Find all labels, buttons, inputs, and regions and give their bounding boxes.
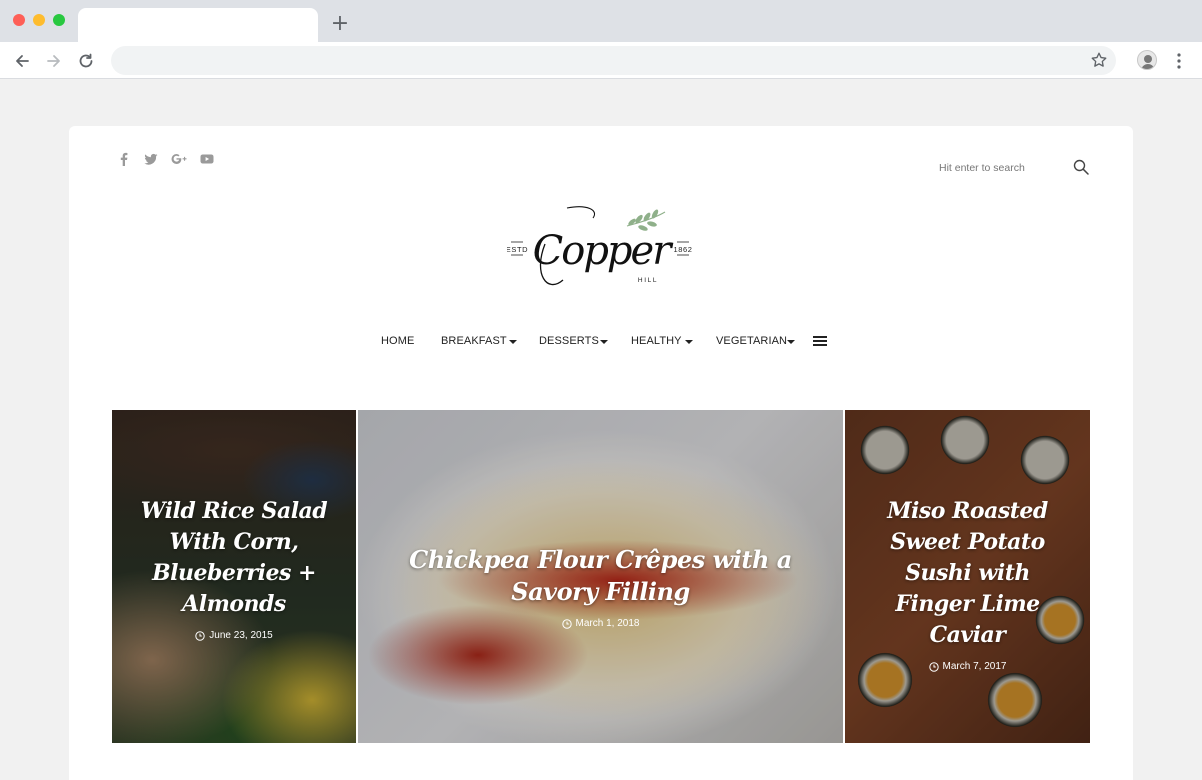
site-logo[interactable]: ESTD 1862 Copper HILL — [506, 204, 697, 299]
facebook-icon[interactable] — [117, 152, 131, 166]
bookmark-star-icon[interactable] — [1090, 51, 1108, 69]
address-bar[interactable] — [111, 46, 1116, 75]
nav-item-home[interactable]: HOME — [381, 335, 414, 347]
forward-arrow-icon — [47, 55, 60, 67]
social-links — [117, 152, 214, 166]
minimize-window-button[interactable] — [33, 14, 45, 26]
post-title[interactable]: Wild Rice Salad With Corn, Blueberries +… — [132, 496, 336, 620]
chevron-down-icon[interactable] — [787, 340, 795, 344]
post-date-text: March 7, 2017 — [942, 661, 1007, 672]
nav-item-vegetarian[interactable]: VEGETARIAN — [716, 335, 787, 347]
profile-icon — [1141, 55, 1155, 69]
nav-item-healthy[interactable]: HEALTHY — [631, 335, 682, 347]
slide-caption: Wild Rice Salad With Corn, Blueberries +… — [112, 496, 356, 646]
featured-slider: Wild Rice Salad With Corn, Blueberries +… — [112, 410, 1090, 743]
slide-caption: Chickpea Flour Crêpes with a Savory Fill… — [358, 544, 843, 634]
back-button[interactable] — [11, 50, 33, 72]
featured-post-slide[interactable]: Chickpea Flour Crêpes with a Savory Fill… — [358, 410, 843, 743]
maximize-window-button[interactable] — [53, 14, 65, 26]
reload-icon — [79, 53, 93, 68]
post-title[interactable]: Chickpea Flour Crêpes with a Savory Fill… — [378, 544, 823, 608]
close-window-button[interactable] — [13, 14, 25, 26]
page-viewport: Hit enter to search ESTD 1862 Copper HIL… — [0, 80, 1202, 780]
google-plus-icon[interactable] — [171, 152, 187, 166]
logo-year: 1862 — [673, 245, 692, 254]
main-navigation: HOME BREAKFAST DESSERTS HEALTHY VEGETARI… — [69, 335, 1133, 353]
browser-menu-icon[interactable] — [1172, 51, 1186, 71]
nav-item-desserts[interactable]: DESSERTS — [539, 335, 599, 347]
slide-caption: Miso Roasted Sweet Potato Sushi with Fin… — [845, 496, 1090, 677]
youtube-icon[interactable] — [200, 152, 214, 166]
nav-item-breakfast[interactable]: BREAKFAST — [441, 335, 507, 347]
logo-estd-label: ESTD — [507, 245, 528, 254]
chevron-down-icon[interactable] — [685, 340, 693, 344]
search-input[interactable]: Hit enter to search — [939, 162, 1025, 174]
logo-script-text: Copper — [533, 228, 675, 274]
post-title[interactable]: Miso Roasted Sweet Potato Sushi with Fin… — [865, 496, 1070, 651]
forward-button[interactable] — [43, 50, 65, 72]
chevron-down-icon[interactable] — [509, 340, 517, 344]
profile-avatar[interactable] — [1137, 50, 1157, 70]
logo-sub-text: HILL — [638, 277, 658, 284]
post-date: June 23, 2015 — [195, 630, 273, 641]
featured-post-slide[interactable]: Miso Roasted Sweet Potato Sushi with Fin… — [845, 410, 1090, 743]
twitter-icon[interactable] — [144, 152, 158, 166]
post-date-text: March 1, 2018 — [575, 618, 640, 629]
copper-hill-logo-graphic: ESTD 1862 Copper HILL — [506, 206, 692, 286]
site-container: Hit enter to search ESTD 1862 Copper HIL… — [69, 126, 1133, 780]
reload-button[interactable] — [75, 50, 97, 72]
search-icon[interactable] — [1073, 159, 1089, 175]
browser-toolbar — [0, 42, 1202, 79]
post-date: March 7, 2017 — [928, 661, 1007, 672]
new-tab-button[interactable]: + — [330, 12, 350, 36]
hamburger-menu-icon[interactable] — [813, 336, 827, 346]
clock-icon — [928, 661, 939, 672]
featured-post-slide[interactable]: Wild Rice Salad With Corn, Blueberries +… — [112, 410, 356, 743]
post-date: March 1, 2018 — [561, 618, 640, 629]
chevron-down-icon[interactable] — [600, 340, 608, 344]
browser-tab[interactable] — [78, 8, 318, 42]
clock-icon — [561, 618, 572, 629]
clock-icon — [195, 630, 205, 641]
browser-tab-strip: + — [0, 0, 1202, 42]
post-date-text: June 23, 2015 — [209, 630, 273, 641]
back-arrow-icon — [16, 55, 29, 67]
